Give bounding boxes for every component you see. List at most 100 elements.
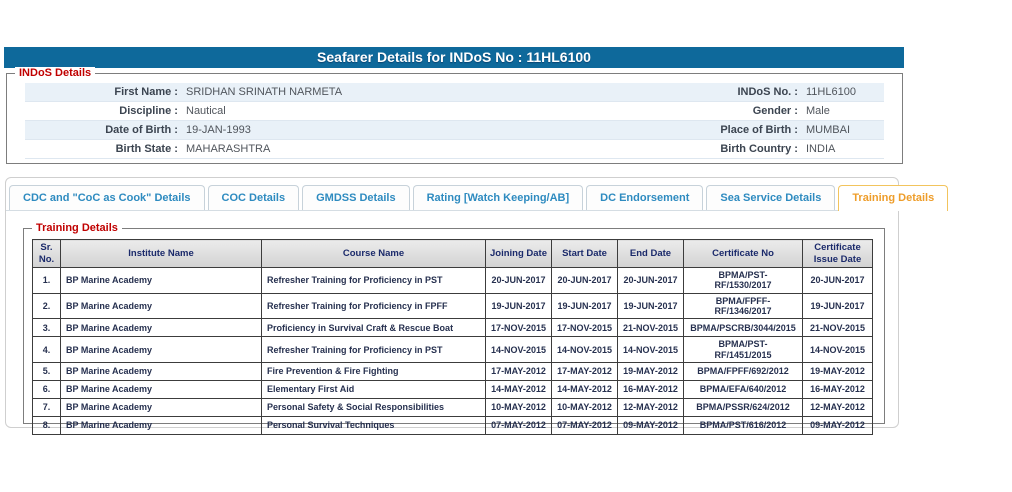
table-cell: 12-MAY-2012 (803, 399, 873, 417)
table-cell: 19-MAY-2012 (618, 363, 684, 381)
table-cell: Refresher Training for Proficiency in PS… (262, 337, 486, 363)
table-cell: 17-NOV-2015 (486, 319, 552, 337)
table-cell: 14-MAY-2012 (552, 381, 618, 399)
info-row: Date of Birth19-JAN-1993Place of BirthMU… (25, 121, 884, 140)
info-row: Birth StateMAHARASHTRABirth CountryINDIA (25, 140, 884, 159)
table-cell: BPMA/FPFF/692/2012 (684, 363, 803, 381)
field-value: Male (803, 105, 884, 117)
field-label: Birth Country (603, 143, 803, 155)
table-cell: BP Marine Academy (61, 381, 262, 399)
table-cell: 10-MAY-2012 (552, 399, 618, 417)
training-details-fieldset: Training Details Sr. No. Institute Name … (23, 228, 885, 424)
table-cell: 19-JUN-2017 (552, 293, 618, 319)
table-cell: Elementary First Aid (262, 381, 486, 399)
table-cell: 07-MAY-2012 (552, 417, 618, 435)
table-cell: Proficiency in Survival Craft & Rescue B… (262, 319, 486, 337)
tab-cdc-coc-as-cook[interactable]: CDC and "CoC as Cook" Details (9, 185, 205, 210)
field-value: SRIDHAN SRINATH NARMETA (183, 86, 603, 98)
field-label: Gender (603, 105, 803, 117)
table-cell: 6. (33, 381, 61, 399)
col-header-sr-no: Sr. No. (33, 240, 61, 268)
field-value: Nautical (183, 105, 603, 117)
table-cell: 20-JUN-2017 (618, 268, 684, 294)
table-cell: 17-MAY-2012 (486, 363, 552, 381)
table-cell: BP Marine Academy (61, 399, 262, 417)
table-cell: BP Marine Academy (61, 363, 262, 381)
table-row: 1.BP Marine AcademyRefresher Training fo… (33, 268, 873, 294)
field-label: Birth State (25, 143, 183, 155)
info-row: First NameSRIDHAN SRINATH NARMETAINDoS N… (25, 83, 884, 102)
table-cell: BPMA/PSCRB/3044/2015 (684, 319, 803, 337)
table-cell: 12-MAY-2012 (618, 399, 684, 417)
table-cell: 20-JUN-2017 (803, 268, 873, 294)
field-label: First Name (25, 86, 183, 98)
table-cell: Personal Survival Techniques (262, 417, 486, 435)
table-row: 8.BP Marine AcademyPersonal Survival Tec… (33, 417, 873, 435)
table-cell: 09-MAY-2012 (618, 417, 684, 435)
tab-training-details[interactable]: Training Details (838, 185, 948, 211)
table-cell: 10-MAY-2012 (486, 399, 552, 417)
table-cell: 19-JUN-2017 (486, 293, 552, 319)
field-value: MAHARASHTRA (183, 143, 603, 155)
col-header-joining-date: Joining Date (486, 240, 552, 268)
tab-dc-endorsement[interactable]: DC Endorsement (586, 185, 703, 210)
indos-details-legend: INDoS Details (15, 67, 95, 80)
table-cell: 17-NOV-2015 (552, 319, 618, 337)
table-cell: Personal Safety & Social Responsibilitie… (262, 399, 486, 417)
table-cell: BPMA/PST/616/2012 (684, 417, 803, 435)
tab-gmdss-details[interactable]: GMDSS Details (302, 185, 409, 210)
table-cell: BPMA/FPFF- RF/1346/2017 (684, 293, 803, 319)
training-details-legend: Training Details (32, 222, 122, 235)
tab-sea-service-details[interactable]: Sea Service Details (706, 185, 835, 210)
tab-coc-details[interactable]: COC Details (208, 185, 300, 210)
table-cell: BP Marine Academy (61, 417, 262, 435)
tab-strip: CDC and "CoC as Cook" DetailsCOC Details… (6, 178, 898, 211)
table-cell: BP Marine Academy (61, 337, 262, 363)
table-cell: BPMA/PST- RF/1451/2015 (684, 337, 803, 363)
table-cell: 21-NOV-2015 (618, 319, 684, 337)
training-table: Sr. No. Institute Name Course Name Joini… (32, 239, 873, 435)
field-label: INDoS No. (603, 86, 803, 98)
table-cell: 14-NOV-2015 (486, 337, 552, 363)
field-label: Place of Birth (603, 124, 803, 136)
table-cell: 3. (33, 319, 61, 337)
table-cell: BPMA/EFA/640/2012 (684, 381, 803, 399)
tab-rating-watch-keeping-ab[interactable]: Rating [Watch Keeping/AB] (413, 185, 584, 210)
table-cell: 14-MAY-2012 (486, 381, 552, 399)
info-row: DisciplineNauticalGenderMale (25, 102, 884, 121)
col-header-certificate-no: Certificate No (684, 240, 803, 268)
table-cell: Fire Prevention & Fire Fighting (262, 363, 486, 381)
col-header-certificate-issue-date: Certificate Issue Date (803, 240, 873, 268)
field-label: Date of Birth (25, 124, 183, 136)
table-cell: 16-MAY-2012 (803, 381, 873, 399)
table-row: 5.BP Marine AcademyFire Prevention & Fir… (33, 363, 873, 381)
table-cell: 07-MAY-2012 (486, 417, 552, 435)
tab-panel: CDC and "CoC as Cook" DetailsCOC Details… (5, 177, 899, 428)
seafarer-details-page: { "title_bar": { "text": "Seafarer Detai… (0, 0, 1012, 492)
indos-rows: First NameSRIDHAN SRINATH NARMETAINDoS N… (25, 83, 884, 159)
col-header-institute-name: Institute Name (61, 240, 262, 268)
table-cell: 14-NOV-2015 (552, 337, 618, 363)
field-value: MUMBAI (803, 124, 884, 136)
table-header-row: Sr. No. Institute Name Course Name Joini… (33, 240, 873, 268)
table-cell: 5. (33, 363, 61, 381)
field-label: Discipline (25, 105, 183, 117)
indos-details-fieldset: INDoS Details First NameSRIDHAN SRINATH … (6, 73, 903, 164)
field-value: 19-JAN-1993 (183, 124, 603, 136)
table-cell: 19-JUN-2017 (618, 293, 684, 319)
table-row: 3.BP Marine AcademyProficiency in Surviv… (33, 319, 873, 337)
page-title: Seafarer Details for INDoS No : 11HL6100 (4, 47, 904, 68)
table-row: 2.BP Marine AcademyRefresher Training fo… (33, 293, 873, 319)
table-cell: 21-NOV-2015 (803, 319, 873, 337)
table-cell: 16-MAY-2012 (618, 381, 684, 399)
col-header-end-date: End Date (618, 240, 684, 268)
table-cell: 20-JUN-2017 (552, 268, 618, 294)
table-cell: 8. (33, 417, 61, 435)
table-cell: BP Marine Academy (61, 268, 262, 294)
field-value: 11HL6100 (803, 86, 884, 98)
table-cell: 2. (33, 293, 61, 319)
table-row: 4.BP Marine AcademyRefresher Training fo… (33, 337, 873, 363)
table-cell: Refresher Training for Proficiency in PS… (262, 268, 486, 294)
training-table-body: 1.BP Marine AcademyRefresher Training fo… (33, 268, 873, 435)
table-cell: BP Marine Academy (61, 319, 262, 337)
